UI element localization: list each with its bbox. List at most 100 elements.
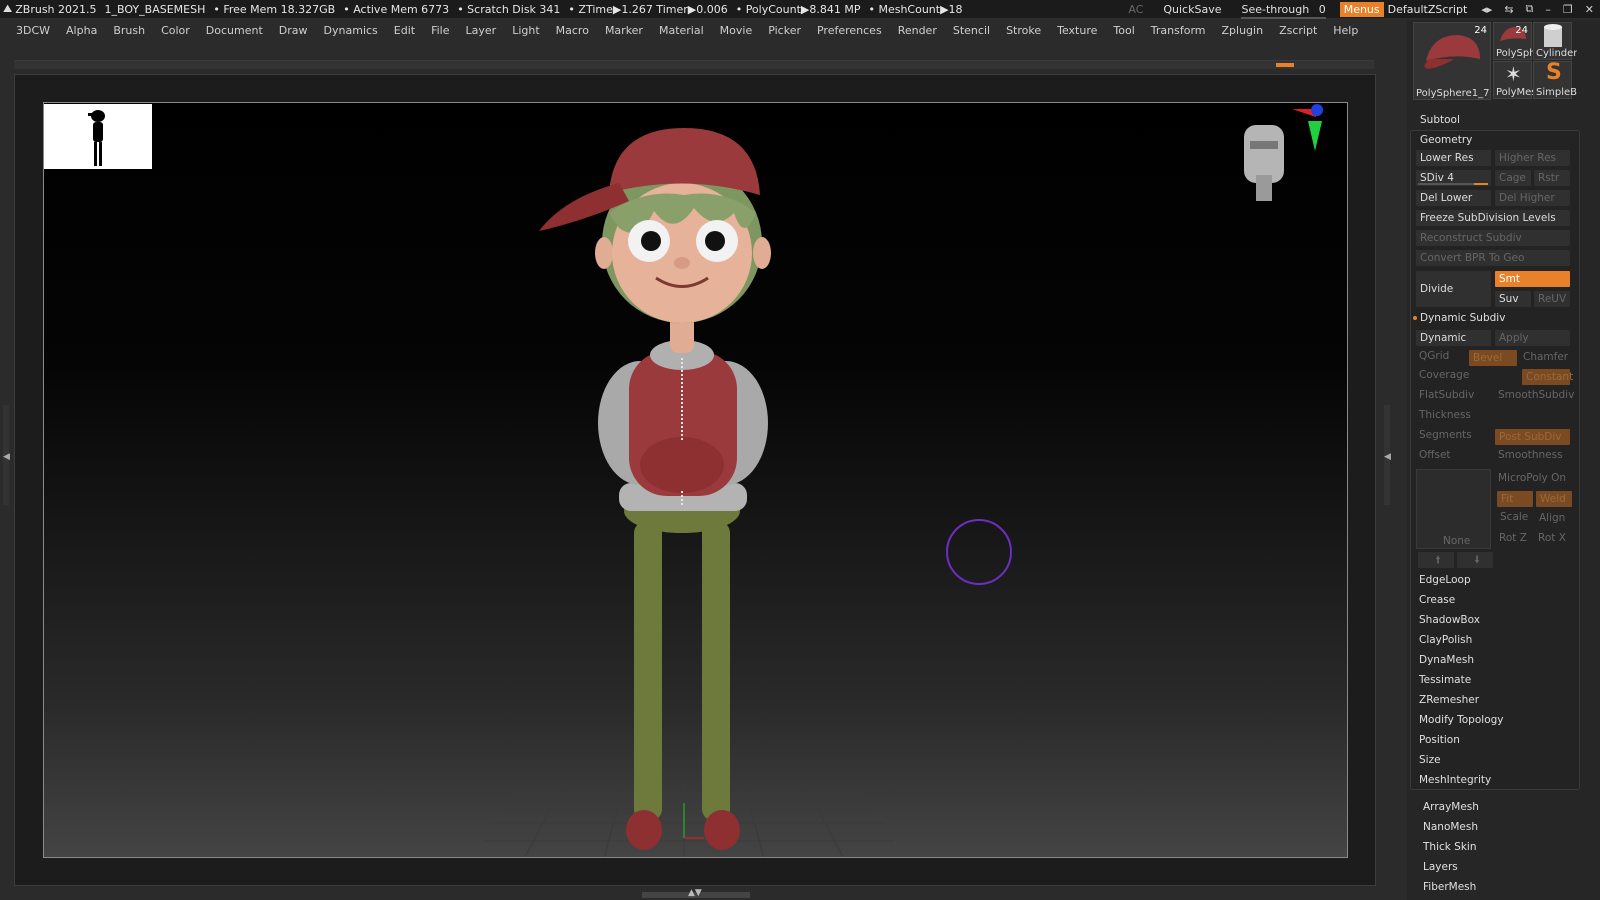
suv-toggle[interactable]: Suv bbox=[1495, 291, 1531, 307]
del-higher-button[interactable]: Del Higher bbox=[1495, 190, 1570, 206]
layout-arrows-icon[interactable]: ◂▸ bbox=[1481, 3, 1492, 16]
tool-sub-nanomesh[interactable]: NanoMesh bbox=[1423, 821, 1478, 833]
align-button[interactable]: Align bbox=[1539, 512, 1565, 524]
quicksave-button[interactable]: QuickSave bbox=[1163, 3, 1221, 16]
chamfer-button[interactable]: Chamfer bbox=[1523, 351, 1568, 363]
menu-edit[interactable]: Edit bbox=[394, 24, 415, 37]
thickness-slider[interactable]: Thickness bbox=[1419, 409, 1471, 421]
fit-toggle[interactable]: Fit bbox=[1497, 491, 1533, 507]
lower-res-button[interactable]: Lower Res bbox=[1416, 150, 1491, 166]
flatsubdiv-slider[interactable]: FlatSubdiv bbox=[1419, 389, 1474, 401]
smoothsubdiv-slider[interactable]: SmoothSubdiv bbox=[1498, 389, 1574, 401]
reuv-button[interactable]: ReUV bbox=[1534, 291, 1570, 307]
silhouette-thumbnail[interactable] bbox=[44, 104, 152, 169]
menu-render[interactable]: Render bbox=[898, 24, 937, 37]
layout-swap-icon[interactable]: ⇆ bbox=[1504, 3, 1513, 16]
cage-button[interactable]: Cage bbox=[1495, 170, 1531, 186]
convert-bpr-button[interactable]: Convert BPR To Geo bbox=[1416, 250, 1570, 266]
freeze-subdivision-button[interactable]: Freeze SubDivision Levels bbox=[1416, 210, 1570, 226]
menu-zscript[interactable]: Zscript bbox=[1279, 24, 1317, 37]
layout-window-icon[interactable]: ⧉ bbox=[1526, 2, 1534, 16]
minimize-icon[interactable]: – bbox=[1545, 3, 1551, 16]
gizmo-y-arrow[interactable] bbox=[1308, 121, 1322, 151]
ac-button[interactable]: AC bbox=[1128, 3, 1143, 16]
menu-macro[interactable]: Macro bbox=[556, 24, 589, 37]
subtool-section[interactable]: Subtool bbox=[1420, 114, 1460, 126]
coverage-slider[interactable]: Coverage bbox=[1419, 369, 1469, 381]
menu-marker[interactable]: Marker bbox=[605, 24, 643, 37]
geometry-sub-zremesher[interactable]: ZRemesher bbox=[1419, 694, 1479, 706]
left-tray-arrow-icon[interactable]: ◀ bbox=[3, 452, 10, 462]
rstr-button[interactable]: Rstr bbox=[1534, 170, 1570, 186]
dynamic-subdiv-title[interactable]: Dynamic Subdiv bbox=[1420, 312, 1505, 324]
menu-light[interactable]: Light bbox=[512, 24, 539, 37]
dynamic-button[interactable]: Dynamic bbox=[1416, 330, 1491, 346]
micropoly-on-toggle[interactable]: MicroPoly On bbox=[1498, 472, 1566, 484]
post-subdiv-toggle[interactable]: Post SubDiv bbox=[1495, 429, 1570, 445]
down-arrow-button[interactable]: 🠛 bbox=[1457, 552, 1493, 568]
menu-layer[interactable]: Layer bbox=[466, 24, 497, 37]
apply-button[interactable]: Apply bbox=[1495, 330, 1570, 346]
menu-zplugin[interactable]: Zplugin bbox=[1222, 24, 1264, 37]
weld-toggle[interactable]: Weld bbox=[1536, 491, 1572, 507]
menu-3dcw[interactable]: 3DCW bbox=[16, 24, 50, 37]
tool-thumb-cylinder[interactable]: Cylinder bbox=[1533, 22, 1577, 60]
rotx-button[interactable]: Rot X bbox=[1538, 532, 1566, 544]
menu-material[interactable]: Material bbox=[659, 24, 704, 37]
geometry-sub-modify-topology[interactable]: Modify Topology bbox=[1419, 714, 1504, 726]
viewport-canvas[interactable] bbox=[43, 102, 1348, 858]
sdiv-slider[interactable]: SDiv 4 bbox=[1416, 170, 1491, 186]
menu-brush[interactable]: Brush bbox=[113, 24, 145, 37]
geometry-sub-meshintegrity[interactable]: MeshIntegrity bbox=[1419, 774, 1491, 786]
menu-stencil[interactable]: Stencil bbox=[953, 24, 990, 37]
close-icon[interactable]: ✕ bbox=[1585, 3, 1594, 16]
tool-thumb-polysph[interactable]: 24 PolySph bbox=[1493, 22, 1536, 60]
smoothness-slider[interactable]: Smoothness bbox=[1498, 449, 1563, 461]
reconstruct-subdiv-button[interactable]: Reconstruct Subdiv bbox=[1416, 230, 1570, 246]
menu-movie[interactable]: Movie bbox=[720, 24, 753, 37]
bevel-toggle[interactable]: Bevel bbox=[1469, 350, 1517, 366]
rotz-button[interactable]: Rot Z bbox=[1499, 532, 1527, 544]
menu-file[interactable]: File bbox=[431, 24, 449, 37]
character-model[interactable] bbox=[539, 128, 771, 850]
tool-sub-fibermesh[interactable]: FiberMesh bbox=[1423, 881, 1476, 893]
menu-texture[interactable]: Texture bbox=[1057, 24, 1097, 37]
tool-thumb-polysphere[interactable]: 24 PolySphere1_7 bbox=[1413, 22, 1491, 100]
right-tray-arrow-icon[interactable]: ◀ bbox=[1384, 452, 1391, 462]
tool-sub-layers[interactable]: Layers bbox=[1423, 861, 1458, 873]
tool-sub-thick-skin[interactable]: Thick Skin bbox=[1423, 841, 1477, 853]
navigation-head-icon[interactable] bbox=[1244, 125, 1284, 201]
bottom-tray-arrow-icon[interactable]: ▲▼ bbox=[688, 888, 702, 898]
geometry-sub-edgeloop[interactable]: EdgeLoop bbox=[1419, 574, 1471, 586]
menu-color[interactable]: Color bbox=[161, 24, 190, 37]
menu-preferences[interactable]: Preferences bbox=[817, 24, 882, 37]
see-through-slider[interactable]: See-through 0 bbox=[1241, 3, 1326, 19]
tool-thumb-polymesh[interactable]: ✶ PolyMes bbox=[1493, 61, 1536, 99]
geometry-sub-size[interactable]: Size bbox=[1419, 754, 1441, 766]
menu-stroke[interactable]: Stroke bbox=[1006, 24, 1041, 37]
menu-dynamics[interactable]: Dynamics bbox=[324, 24, 378, 37]
tool-sub-arraymesh[interactable]: ArrayMesh bbox=[1423, 801, 1479, 813]
geometry-sub-tessimate[interactable]: Tessimate bbox=[1419, 674, 1471, 686]
scale-slider[interactable]: Scale bbox=[1500, 511, 1528, 523]
tool-thumb-simpleb[interactable]: S SimpleB bbox=[1533, 60, 1577, 99]
restore-icon[interactable]: ❐ bbox=[1563, 3, 1573, 16]
higher-res-button[interactable]: Higher Res bbox=[1495, 150, 1570, 166]
menu-document[interactable]: Document bbox=[206, 24, 263, 37]
divide-button[interactable]: Divide bbox=[1416, 271, 1491, 307]
geometry-sub-shadowbox[interactable]: ShadowBox bbox=[1419, 614, 1480, 626]
segments-slider[interactable]: Segments bbox=[1419, 429, 1472, 441]
geometry-sub-position[interactable]: Position bbox=[1419, 734, 1460, 746]
menu-draw[interactable]: Draw bbox=[279, 24, 308, 37]
zscript-button[interactable]: DefaultZScript bbox=[1388, 3, 1468, 16]
offset-slider[interactable]: Offset bbox=[1419, 449, 1451, 461]
geometry-sub-crease[interactable]: Crease bbox=[1419, 594, 1455, 606]
menus-button[interactable]: Menus bbox=[1339, 1, 1384, 17]
constant-toggle[interactable]: Constant bbox=[1522, 369, 1573, 385]
menu-transform[interactable]: Transform bbox=[1151, 24, 1206, 37]
menu-picker[interactable]: Picker bbox=[768, 24, 801, 37]
smt-toggle[interactable]: Smt bbox=[1495, 271, 1570, 287]
qgrid-slider[interactable]: QGrid bbox=[1419, 350, 1449, 362]
up-arrow-button[interactable]: 🠙 bbox=[1418, 552, 1454, 568]
gizmo-z-ball[interactable] bbox=[1311, 104, 1323, 116]
